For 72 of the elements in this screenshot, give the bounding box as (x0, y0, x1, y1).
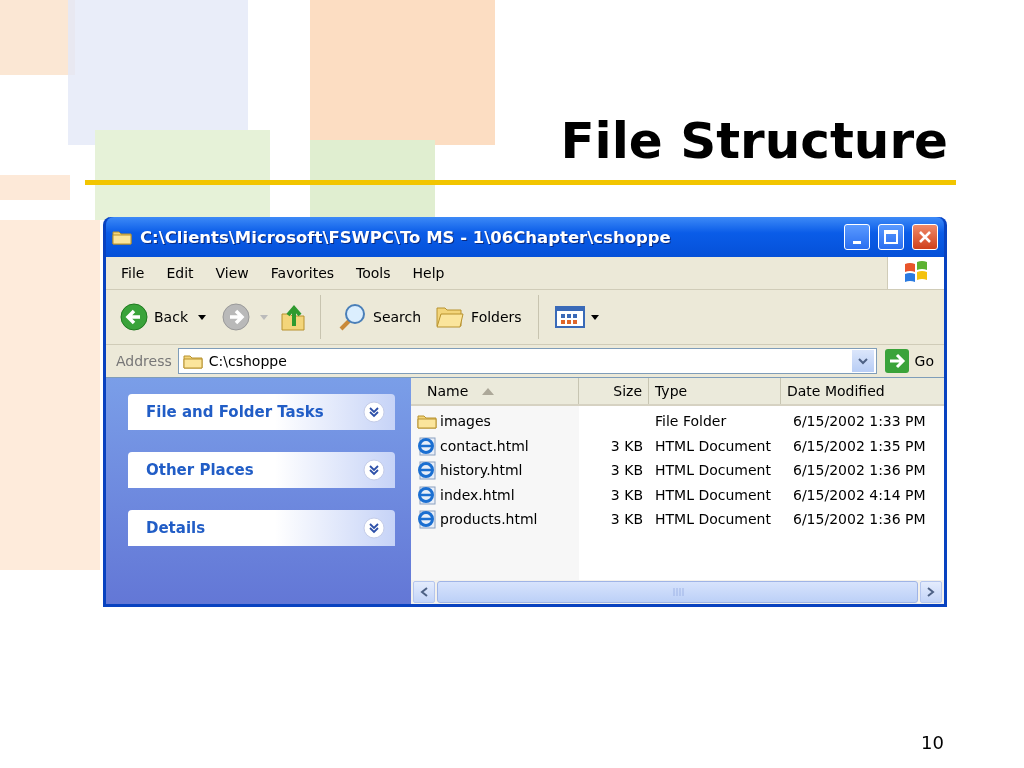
scroll-left-icon[interactable] (420, 587, 428, 597)
date-modified: 6/15/2002 4:14 PM (793, 486, 926, 503)
go-button[interactable]: Go (882, 349, 936, 373)
menu-item[interactable]: Edit (155, 265, 205, 281)
date-modified: 6/15/2002 1:35 PM (793, 437, 926, 454)
close-button[interactable] (912, 224, 938, 250)
task-pane-title: Details (146, 519, 206, 537)
file-name[interactable]: contact.html (440, 437, 529, 454)
caret-icon[interactable] (590, 314, 599, 320)
views-grid-icon (554, 306, 585, 328)
date-modified: 6/15/2002 1:36 PM (793, 462, 926, 479)
date-modified: 6/15/2002 1:36 PM (793, 511, 926, 528)
minimize-icon (853, 240, 861, 244)
file-type: HTML Document (655, 437, 771, 454)
address-label: Address (116, 353, 172, 369)
file-type: HTML Document (655, 462, 771, 479)
file-size: 3 KB (610, 511, 643, 528)
maximize-button[interactable] (878, 224, 904, 250)
file-name[interactable]: products.html (440, 511, 538, 528)
menu-item[interactable]: View (204, 265, 260, 281)
windows-flag-icon (903, 261, 929, 285)
file-name[interactable]: index.html (440, 486, 515, 503)
file-size: 3 KB (610, 486, 643, 503)
menu-item[interactable]: Help (401, 265, 456, 281)
window-title: C:\Clients\Microsoft\FSWPC\To MS - 1\06Chapter\cshoppe (140, 227, 672, 247)
column-header[interactable]: Name (411, 378, 579, 404)
column-header[interactable]: Date Modified (781, 378, 944, 404)
task-pane-header[interactable]: File and Folder Tasks (128, 394, 395, 430)
task-pane-header[interactable]: Details (128, 510, 395, 546)
expand-chevron-icon[interactable] (363, 459, 385, 481)
menu-item[interactable]: Tools (345, 265, 402, 281)
horizontal-scrollbar[interactable] (411, 580, 944, 604)
slide-title: File Structure (560, 112, 948, 170)
expand-chevron-icon[interactable] (363, 401, 385, 423)
task-pane-title: Other Places (146, 461, 254, 479)
dropdown-caret-icon[interactable] (857, 357, 868, 365)
caret-icon[interactable] (198, 314, 206, 320)
web-page-icon (417, 509, 437, 530)
file-type: HTML Document (655, 486, 771, 503)
file-name[interactable]: images (440, 413, 491, 430)
date-modified: 6/15/2002 1:33 PM (793, 413, 926, 430)
web-page-icon (417, 435, 437, 456)
search-icon (337, 302, 367, 332)
web-page-icon (417, 484, 437, 505)
file-type: File Folder (655, 413, 727, 430)
file-name[interactable]: history.html (440, 462, 523, 479)
folders-button[interactable]: Folders (431, 301, 526, 333)
file-type: HTML Document (655, 511, 771, 528)
menu-item[interactable]: Favorites (259, 265, 346, 281)
grip-icon (671, 588, 684, 596)
column-header[interactable]: Type (649, 378, 781, 404)
search-button[interactable]: Search (333, 299, 426, 335)
maximize-icon (884, 230, 898, 244)
file-size: 3 KB (610, 462, 643, 479)
expand-chevron-icon[interactable] (363, 517, 385, 539)
task-pane-header[interactable]: Other Places (128, 452, 395, 488)
title-folder-icon (112, 229, 132, 245)
minimize-button[interactable] (844, 224, 870, 250)
folder-icon (182, 353, 203, 369)
file-size: 3 KB (610, 437, 643, 454)
folder-icon (417, 413, 437, 430)
column-header[interactable]: Size (579, 378, 649, 404)
back-button[interactable]: Back (116, 300, 192, 334)
page-number: 10 (921, 732, 944, 753)
task-pane-title: File and Folder Tasks (146, 403, 324, 421)
folders-icon (435, 304, 466, 330)
sort-up-icon (482, 387, 495, 395)
menu-item[interactable]: File (110, 265, 156, 281)
scroll-right-icon[interactable] (927, 587, 935, 597)
address-field[interactable]: C:\cshoppe (177, 348, 877, 374)
close-icon (918, 230, 932, 244)
web-page-icon (417, 460, 437, 481)
